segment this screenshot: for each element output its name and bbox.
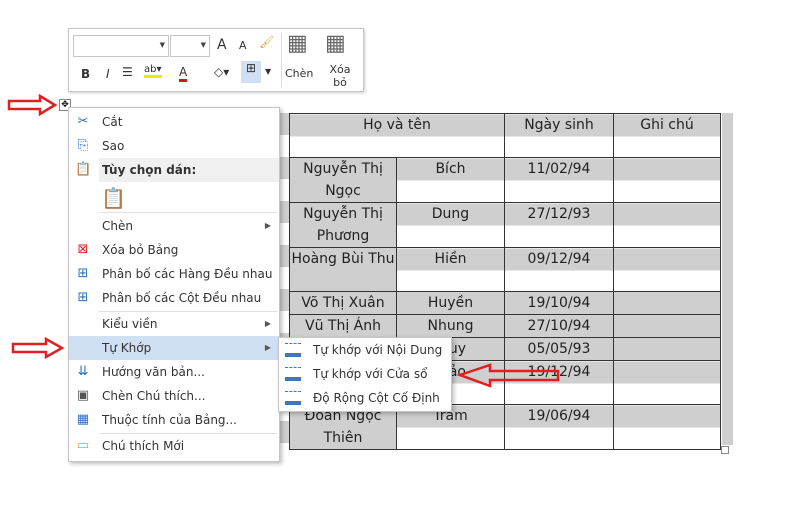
note-cell[interactable] bbox=[613, 314, 721, 338]
italic-button[interactable]: I bbox=[106, 67, 110, 81]
table-row: Võ Thị Xuân Huyền 19/10/94 bbox=[289, 291, 721, 315]
distribute-columns-icon: ⊞ bbox=[77, 290, 89, 305]
note-cell[interactable] bbox=[613, 157, 721, 203]
table-properties-icon: ▦ bbox=[76, 412, 90, 427]
autofit-contents-icon bbox=[285, 343, 301, 357]
table-row: Nguyễn Thị Phương Dung 27/12/93 bbox=[289, 202, 721, 248]
table-row: Hoàng Bùi Thu Hiền 09/12/94 bbox=[289, 247, 721, 292]
menu-item-table-properties[interactable]: ▦ Thuộc tính của Bảng... bbox=[69, 408, 279, 432]
menu-item-distribute-columns[interactable]: ⊞ Phân bố các Cột Đều nhau bbox=[69, 286, 279, 310]
menu-item-cut[interactable]: ✂ Cắt bbox=[69, 110, 279, 134]
header-name: Họ và tên bbox=[289, 113, 505, 158]
dob-cell[interactable]: 19/06/94 bbox=[504, 404, 614, 450]
paste-options-header: Tùy chọn dán: bbox=[99, 158, 279, 182]
menu-item-insert[interactable]: Chèn ▶ bbox=[69, 214, 279, 238]
text-direction-icon: ⇊ bbox=[77, 364, 89, 379]
distribute-rows-icon: ⊞ bbox=[77, 266, 89, 281]
firstname-cell[interactable]: Huyền bbox=[396, 291, 505, 315]
scissors-icon: ✂ bbox=[77, 114, 89, 129]
delete-table-icon: ⊠ bbox=[77, 242, 89, 257]
mini-toolbar: ▼ ▼ A A 🖌 B I ☰ ab▾ A ◇▾ ⊞ ▼ ▦ Chèn ▦ Xó… bbox=[68, 28, 364, 92]
dob-cell[interactable]: 19/12/94 bbox=[504, 360, 614, 405]
font-size-dropdown[interactable]: ▼ bbox=[170, 35, 210, 57]
menu-item-delete-table[interactable]: ⊠ Xóa bỏ Bảng bbox=[69, 238, 279, 262]
dob-cell[interactable]: 27/10/94 bbox=[504, 314, 614, 338]
header-dob: Ngày sinh bbox=[504, 113, 614, 158]
menu-item-text-direction[interactable]: ⇊ Hướng văn bản... bbox=[69, 360, 279, 384]
submenu-item-fit-contents[interactable]: Tự khớp với Nội Dung bbox=[279, 338, 451, 362]
font-color-button[interactable]: A bbox=[179, 65, 188, 82]
caption-icon: ▣ bbox=[76, 388, 90, 403]
autofit-window-icon bbox=[285, 367, 301, 381]
firstname-cell[interactable]: Bích bbox=[396, 157, 505, 203]
new-comment-icon: ▭ bbox=[76, 438, 90, 453]
delete-button[interactable]: Xóa bỏ bbox=[327, 63, 353, 89]
note-cell[interactable] bbox=[613, 202, 721, 248]
dob-cell[interactable]: 09/12/94 bbox=[504, 247, 614, 292]
chevron-right-icon: ▶ bbox=[264, 343, 271, 352]
grow-font-button[interactable]: A bbox=[217, 37, 227, 53]
font-name-dropdown[interactable]: ▼ bbox=[73, 35, 169, 57]
surname-cell[interactable]: Nguyễn Thị Phương bbox=[289, 202, 397, 248]
menu-item-distribute-rows[interactable]: ⊞ Phân bố các Hàng Đều nhau bbox=[69, 262, 279, 286]
firstname-cell[interactable]: Dung bbox=[396, 202, 505, 248]
end-of-row-strip bbox=[722, 113, 733, 445]
menu-item-new-comment[interactable]: ▭ Chú thích Mới bbox=[69, 434, 279, 458]
header-note: Ghi chú bbox=[613, 113, 721, 158]
arrow-right-icon bbox=[11, 336, 65, 360]
dob-cell[interactable]: 11/02/94 bbox=[504, 157, 614, 203]
highlight-icon[interactable]: ab▾ bbox=[144, 64, 162, 78]
format-painter-icon[interactable]: 🖌 bbox=[259, 35, 274, 49]
fixed-column-width-icon bbox=[285, 391, 301, 405]
insert-button[interactable]: Chèn bbox=[285, 67, 313, 80]
table-row: Nguyễn Thị Ngọc Bích 11/02/94 bbox=[289, 157, 721, 203]
surname-cell[interactable]: Võ Thị Xuân bbox=[289, 291, 397, 315]
paste-keep-formatting-icon[interactable]: 📋 bbox=[101, 186, 126, 210]
note-cell[interactable] bbox=[613, 337, 721, 361]
menu-item-border-styles[interactable]: Kiểu viền ▶ bbox=[69, 312, 279, 336]
submenu-item-fit-window[interactable]: Tự khớp với Cửa sổ bbox=[279, 362, 451, 386]
submenu-item-fixed-width[interactable]: Độ Rộng Cột Cố Định bbox=[279, 386, 451, 410]
table-row: Vũ Thị Ánh Nhung 27/10/94 bbox=[289, 314, 721, 338]
menu-item-insert-caption[interactable]: ▣ Chèn Chú thích... bbox=[69, 384, 279, 408]
bold-button[interactable]: B bbox=[81, 67, 90, 81]
borders-icon[interactable]: ⊞ bbox=[241, 61, 261, 83]
autofit-submenu: Tự khớp với Nội Dung Tự khớp với Cửa sổ … bbox=[278, 337, 452, 412]
insert-table-icon[interactable]: ▦ bbox=[287, 31, 308, 56]
shrink-font-button[interactable]: A bbox=[239, 39, 247, 52]
context-menu: ✂ Cắt ⎘ Sao Tùy chọn dán: 📋 📋 Chèn ▶ ⊠ Xóa b… bbox=[68, 107, 280, 462]
delete-table-icon[interactable]: ▦ bbox=[325, 31, 346, 56]
chevron-right-icon: ▶ bbox=[264, 319, 271, 328]
note-cell[interactable] bbox=[613, 291, 721, 315]
note-cell[interactable] bbox=[613, 360, 721, 405]
note-cell[interactable] bbox=[613, 404, 721, 450]
dob-cell[interactable]: 19/10/94 bbox=[504, 291, 614, 315]
table-resize-handle[interactable] bbox=[721, 446, 729, 454]
shading-icon[interactable]: ◇▾ bbox=[214, 65, 229, 79]
menu-item-copy[interactable]: ⎘ Sao bbox=[69, 134, 279, 158]
firstname-cell[interactable]: Hiền bbox=[396, 247, 505, 292]
copy-icon: ⎘ bbox=[77, 138, 89, 153]
surname-cell[interactable]: Hoàng Bùi Thu bbox=[289, 247, 397, 292]
clipboard-icon: 📋 bbox=[75, 162, 92, 177]
surname-cell[interactable]: Nguyễn Thị Ngọc bbox=[289, 157, 397, 203]
firstname-cell[interactable]: Nhung bbox=[396, 314, 505, 338]
arrow-right-icon bbox=[7, 93, 58, 117]
dob-cell[interactable]: 27/12/93 bbox=[504, 202, 614, 248]
table-header-row: Họ và tên Ngày sinh Ghi chú bbox=[289, 113, 721, 158]
menu-item-autofit[interactable]: Tự Khớp ▶ bbox=[69, 336, 279, 360]
borders-dropdown-icon[interactable]: ▼ bbox=[265, 67, 271, 76]
note-cell[interactable] bbox=[613, 247, 721, 292]
dob-cell[interactable]: 05/05/93 bbox=[504, 337, 614, 361]
center-align-icon[interactable]: ☰ bbox=[122, 65, 133, 79]
surname-cell[interactable]: Vũ Thị Ánh bbox=[289, 314, 397, 338]
chevron-right-icon: ▶ bbox=[264, 221, 271, 230]
